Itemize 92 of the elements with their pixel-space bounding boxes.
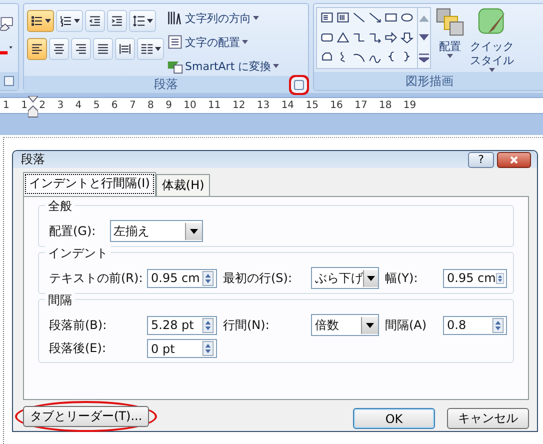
dropdown-arrow-icon[interactable] <box>366 322 374 328</box>
roundrect-shape-icon[interactable] <box>320 30 334 44</box>
spin-field[interactable]: 0.95 cm <box>147 268 217 288</box>
clear-format-icon[interactable] <box>0 16 14 32</box>
downarrow-shape-icon[interactable] <box>400 30 414 44</box>
triangle-shape-icon[interactable] <box>336 30 350 44</box>
dropdown-field[interactable]: 左揃え <box>110 220 203 242</box>
vtextbox-shape-icon[interactable] <box>336 11 350 24</box>
wave-shape-icon[interactable] <box>320 50 334 64</box>
caret-icon <box>147 19 153 23</box>
increase-indent-icon <box>110 14 124 28</box>
paragraph-tool-button[interactable] <box>49 38 69 60</box>
numbered-list-icon <box>59 14 73 28</box>
dropdown-field[interactable]: 倍数 <box>311 314 379 336</box>
dropdown-arrow-icon[interactable] <box>367 276 375 280</box>
caret-icon <box>45 19 51 23</box>
dialog-launcher-icon[interactable] <box>4 76 14 86</box>
caret-icon <box>155 47 161 51</box>
group-label: 図形描画 <box>406 72 454 90</box>
caret-icon <box>242 40 248 44</box>
dialog-title: 段落 <box>21 151 46 168</box>
caret-icon <box>273 64 280 68</box>
textbox-shape-icon[interactable] <box>320 11 334 24</box>
spin-field[interactable]: 5.28 pt <box>147 316 217 334</box>
paragraph-tool-button[interactable] <box>71 38 91 60</box>
large-ribbon-button[interactable]: クイック スタイル <box>469 7 515 72</box>
dialog-button[interactable]: タブとリーダー(T)... <box>23 406 150 427</box>
elbow-shape-icon[interactable] <box>352 30 366 44</box>
spin-field[interactable]: 0.8 <box>443 316 507 334</box>
ribbon-command[interactable]: 文字列の方向 <box>167 8 280 28</box>
paragraph-tool-button[interactable] <box>27 10 54 32</box>
spinner-arrows-icon[interactable] <box>496 270 504 286</box>
spinner-arrows-icon[interactable] <box>492 318 504 332</box>
indent-marker[interactable] <box>28 96 38 118</box>
field-label: 段落前(B): <box>49 316 108 334</box>
dialog-button[interactable]: OK <box>353 408 435 429</box>
paragraph-tool-button[interactable] <box>27 38 47 60</box>
dialog-tab[interactable]: インデントと行間隔(I) <box>23 172 156 196</box>
group-title: 間隔 <box>45 292 75 309</box>
ribbon-command[interactable]: 文字の配置 <box>167 32 280 52</box>
group-title: インデント <box>45 245 111 262</box>
arrowline-shape-icon[interactable] <box>368 11 382 24</box>
paragraph-tool-button[interactable] <box>56 10 83 32</box>
group-label: 段落 <box>154 76 178 93</box>
align-center-icon <box>52 42 66 56</box>
large-ribbon-button[interactable]: 配置 <box>434 7 466 72</box>
ribbon-command[interactable]: SmartArt に変換 <box>167 56 280 76</box>
rect-shape-icon[interactable] <box>384 11 398 24</box>
text-align-icon <box>167 34 183 50</box>
text-direction-icon <box>167 10 183 26</box>
decrease-indent-icon <box>88 14 102 28</box>
close-icon <box>509 154 519 164</box>
line-spacing-icon <box>132 14 146 28</box>
paragraph-tool-button[interactable] <box>93 38 113 60</box>
distribute-icon <box>118 42 132 56</box>
spinner-arrows-icon[interactable] <box>202 341 214 356</box>
align-left-icon <box>30 42 44 56</box>
dialog-button[interactable]: キャンセル <box>447 408 529 429</box>
spinner-arrows-icon[interactable] <box>202 318 214 332</box>
field-label: 段落後(E): <box>49 340 107 357</box>
columns-icon <box>140 42 154 56</box>
help-button[interactable]: ? <box>468 152 494 168</box>
caret-icon <box>447 54 453 58</box>
dropdown-arrow-icon[interactable] <box>190 228 198 234</box>
paragraph-tool-button[interactable] <box>137 38 164 60</box>
shapes-gallery[interactable] <box>316 7 431 69</box>
field-label: 最初の行(S): <box>223 270 294 286</box>
dropdown-field[interactable]: ぶら下げ <box>311 267 379 289</box>
paragraph-tool-button[interactable] <box>85 10 105 32</box>
field-label: 行間(N): <box>223 316 270 334</box>
caret-icon <box>253 16 259 20</box>
paragraph-tool-button[interactable] <box>115 38 135 60</box>
caret-icon <box>74 19 80 23</box>
align-right-icon <box>74 42 88 56</box>
elbowarrow-shape-icon[interactable] <box>368 30 382 44</box>
paragraph-tool-button[interactable] <box>129 10 156 32</box>
dialog-tab[interactable]: 体裁(H) <box>156 174 210 196</box>
spin-field[interactable]: 0.95 cm <box>443 268 507 288</box>
close-button[interactable] <box>497 152 531 168</box>
rightarrow-shape-icon[interactable] <box>384 30 398 44</box>
line-shape-icon[interactable] <box>352 11 366 24</box>
spinner-arrows-icon[interactable] <box>202 270 214 286</box>
paragraph-tool-button[interactable] <box>107 10 127 32</box>
spin-field[interactable]: 0 pt <box>147 339 217 358</box>
field-label: 幅(Y): <box>385 270 419 286</box>
field-label: テキストの前(R): <box>49 270 141 286</box>
field-label: 間隔(A) <box>385 316 428 334</box>
bullet-list-icon <box>30 14 44 28</box>
field-label: 配置(G): <box>49 222 96 240</box>
oval-shape-icon[interactable] <box>400 11 414 24</box>
stacked-squares-icon <box>435 7 465 37</box>
justify-icon <box>96 42 110 56</box>
